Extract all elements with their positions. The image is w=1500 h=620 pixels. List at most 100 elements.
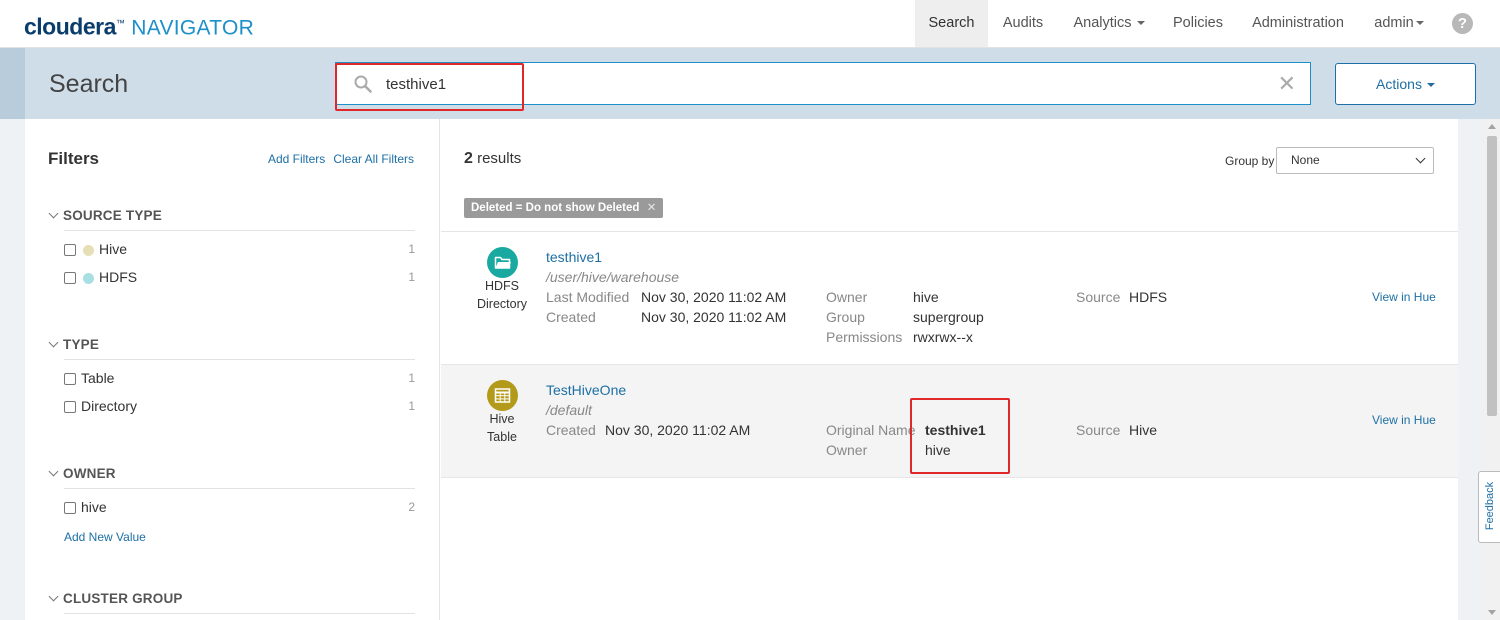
filter-section-title: CLUSTER GROUP xyxy=(63,591,183,606)
group-label: Group xyxy=(826,309,865,325)
feedback-tab[interactable]: Feedback xyxy=(1478,471,1500,543)
filter-option-count: 1 xyxy=(408,242,415,256)
filter-option-label: Directory xyxy=(81,398,138,414)
filter-option-label: HDFS xyxy=(99,269,138,285)
hive-color-dot xyxy=(83,245,94,256)
chevron-down-icon xyxy=(48,337,59,348)
clear-all-filters-link[interactable]: Clear All Filters xyxy=(333,152,414,166)
scrollbar-thumb[interactable] xyxy=(1487,136,1497,416)
chevron-down-icon xyxy=(48,466,59,477)
close-icon[interactable]: ✕ xyxy=(1278,73,1296,95)
filter-section-source-type[interactable]: SOURCE TYPE xyxy=(48,208,162,223)
created-label: Created xyxy=(546,309,596,325)
original-name-highlight-box xyxy=(910,398,1010,474)
result-type-source: Hive xyxy=(489,412,515,426)
result-type-source: HDFS xyxy=(484,279,520,293)
divider xyxy=(441,477,1458,478)
divider xyxy=(64,613,415,614)
nav-analytics[interactable]: Analytics xyxy=(1064,0,1154,47)
help-icon[interactable]: ? xyxy=(1452,13,1473,34)
original-name-label: Original Name xyxy=(826,422,916,438)
search-highlight-box xyxy=(335,63,524,111)
active-filter-badge: Deleted = Do not show Deleted ✕ xyxy=(464,198,664,218)
nav-policies-label: Policies xyxy=(1173,15,1223,31)
page-title: Search xyxy=(49,70,129,98)
divider xyxy=(64,230,415,231)
top-navigation-bar: cloudera™ NAVIGATOR Search Audits Analyt… xyxy=(0,0,1500,48)
checkbox[interactable] xyxy=(64,373,76,385)
checkbox[interactable] xyxy=(64,401,76,413)
results-count: 2 results xyxy=(464,150,521,168)
hdfs-color-dot xyxy=(83,273,94,284)
nav-audits[interactable]: Audits xyxy=(992,0,1054,47)
filter-section-title: TYPE xyxy=(63,337,100,352)
filter-option-hive-source[interactable]: Hive 1 xyxy=(64,241,415,261)
source-label: Source xyxy=(1076,422,1121,438)
main-panel: Filters Add Filters Clear All Filters SOU… xyxy=(25,119,1458,620)
filter-section-cluster-group[interactable]: CLUSTER GROUP xyxy=(48,591,183,606)
logo-product: NAVIGATOR xyxy=(131,16,255,40)
active-filter-label: Deleted = Do not show Deleted xyxy=(471,202,640,214)
divider xyxy=(64,359,415,360)
results-pane: 2 results Group by None Deleted = Do not… xyxy=(441,119,1458,620)
nav-user-label: admin xyxy=(1374,15,1414,31)
close-icon[interactable]: ✕ xyxy=(647,198,657,218)
actions-button[interactable]: Actions xyxy=(1335,63,1476,105)
result-type-label: HDFS Directory xyxy=(467,277,537,313)
view-in-hue-link[interactable]: View in Hue xyxy=(1372,290,1436,304)
source-value: HDFS xyxy=(1129,289,1168,305)
chevron-down-icon xyxy=(1426,83,1435,88)
search-header-accent xyxy=(0,48,25,119)
filter-option-hdfs-source[interactable]: HDFS 1 xyxy=(64,269,415,289)
nav-policies[interactable]: Policies xyxy=(1164,0,1232,47)
result-type-kind: Table xyxy=(487,430,517,444)
filter-option-directory[interactable]: Directory 1 xyxy=(64,398,415,418)
divider xyxy=(64,488,415,489)
source-label: Source xyxy=(1076,289,1121,305)
filter-option-count: 2 xyxy=(408,500,415,514)
result-type-label: Hive Table xyxy=(467,410,537,446)
filter-section-type[interactable]: TYPE xyxy=(48,337,99,352)
filter-option-table[interactable]: Table 1 xyxy=(64,370,415,390)
filter-option-count: 1 xyxy=(408,399,415,413)
permissions-label: Permissions xyxy=(826,329,903,345)
add-new-value-link[interactable]: Add New Value xyxy=(64,530,146,544)
scroll-down-arrow-icon[interactable] xyxy=(1488,610,1496,615)
nav-user-menu[interactable]: admin xyxy=(1364,0,1434,47)
filters-actions: Add Filters Clear All Filters xyxy=(260,152,414,166)
scrollbar[interactable] xyxy=(1484,119,1500,620)
owner-value: hive xyxy=(913,289,939,305)
result-path: /user/hive/warehouse xyxy=(546,269,680,285)
filters-title: Filters xyxy=(48,149,100,168)
logo-trademark: ™ xyxy=(115,18,125,28)
chevron-down-icon xyxy=(1415,153,1426,164)
filter-option-owner-hive[interactable]: hive 2 xyxy=(64,499,415,519)
results-count-number: 2 xyxy=(464,150,473,167)
checkbox[interactable] xyxy=(64,244,76,256)
result-path: /default xyxy=(546,402,592,418)
filter-section-owner[interactable]: OWNER xyxy=(48,466,116,481)
last-modified-value: Nov 30, 2020 11:02 AM xyxy=(641,289,787,305)
filters-sidebar: Filters Add Filters Clear All Filters SOU… xyxy=(25,119,440,620)
result-title-link[interactable]: testhive1 xyxy=(546,249,602,265)
result-title-link[interactable]: TestHiveOne xyxy=(546,382,626,398)
filter-option-count: 1 xyxy=(408,270,415,284)
checkbox[interactable] xyxy=(64,502,76,514)
nav-administration[interactable]: Administration xyxy=(1242,0,1354,47)
group-by-select[interactable]: None xyxy=(1276,147,1434,174)
group-value: supergroup xyxy=(913,309,984,325)
filter-section-title: OWNER xyxy=(63,466,116,481)
checkbox[interactable] xyxy=(64,272,76,284)
permissions-value: rwxrwx--x xyxy=(913,329,973,345)
filter-option-label: Hive xyxy=(99,241,128,257)
source-value: Hive xyxy=(1129,422,1158,438)
scroll-up-arrow-icon[interactable] xyxy=(1488,124,1496,129)
filter-option-count: 1 xyxy=(408,371,415,385)
view-in-hue-link[interactable]: View in Hue xyxy=(1372,413,1436,427)
feedback-label: Feedback xyxy=(1484,481,1496,531)
cloudera-navigator-logo[interactable]: cloudera™ NAVIGATOR xyxy=(24,9,254,43)
add-filters-link[interactable]: Add Filters xyxy=(268,152,325,166)
logo-brand: cloudera xyxy=(24,13,116,40)
nav-search[interactable]: Search xyxy=(915,0,988,47)
group-by-label: Group by xyxy=(1225,154,1275,168)
